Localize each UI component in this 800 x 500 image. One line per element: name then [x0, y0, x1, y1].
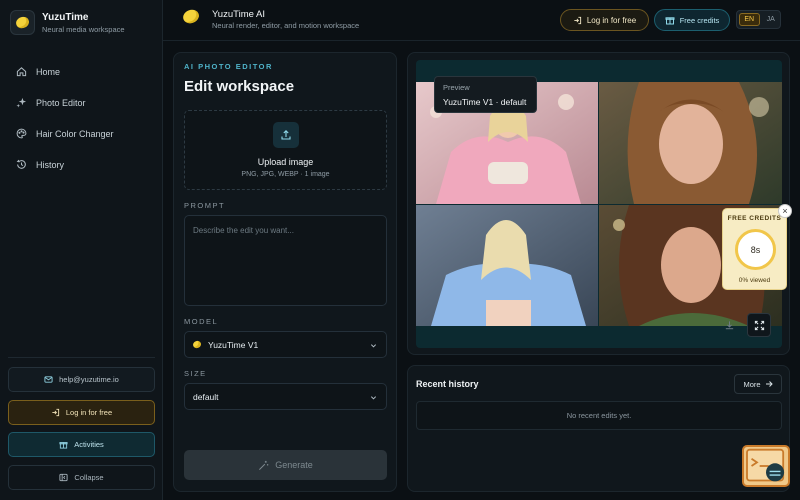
gift-icon: [665, 17, 675, 25]
model-lemon-icon: [192, 339, 202, 350]
collapse-button[interactable]: Collapse: [8, 465, 155, 490]
collapse-icon: [59, 473, 68, 482]
lang-en-button[interactable]: EN: [739, 13, 760, 26]
fullscreen-button[interactable]: [747, 313, 771, 337]
sidebar-item-label: Photo Editor: [36, 97, 86, 108]
free-credits-button[interactable]: Free credits: [654, 9, 730, 31]
header-title: YuzuTime AI: [212, 9, 265, 20]
header-login-label: Log in for free: [586, 15, 637, 25]
preview-photo: [599, 82, 782, 204]
magic-wand-icon: [259, 460, 269, 470]
header-lemon-icon: [181, 7, 201, 26]
history-panel: Recent history More No recent edits yet.: [407, 365, 790, 492]
history-title: Recent history: [416, 379, 479, 389]
free-credits-widget[interactable]: FREE CREDITS 8s 0% viewed: [722, 208, 787, 290]
viewed-percent: 0% viewed: [738, 277, 771, 284]
brand-tagline: Neural media workspace: [42, 24, 125, 34]
mail-icon: [44, 376, 53, 383]
size-label: SIZE: [184, 369, 207, 378]
upload-formats: PNG, JPG, WEBP · 1 image: [241, 171, 330, 178]
sidebar-item-history[interactable]: History: [8, 149, 155, 180]
size-select[interactable]: default: [184, 383, 387, 410]
home-icon: [16, 66, 27, 77]
email-button[interactable]: help@yuzutime.io: [8, 367, 155, 392]
collapse-label: Collapse: [74, 473, 104, 482]
tooltip-value: YuzuTime V1 · default: [443, 97, 527, 107]
upload-title: Upload image: [257, 157, 314, 167]
countdown-ring: 8s: [735, 229, 776, 270]
chevron-down-icon: [370, 396, 377, 400]
upload-dropzone[interactable]: Upload image PNG, JPG, WEBP · 1 image: [184, 110, 387, 190]
sidebar-item-label: History: [36, 159, 65, 170]
header-login-button[interactable]: Log in for free: [560, 9, 649, 31]
top-header: YuzuTime AI Neural render, editor, and m…: [163, 0, 800, 41]
brand-name: YuzuTime: [42, 11, 89, 23]
activities-label: Activities: [74, 440, 104, 449]
download-icon: [725, 320, 733, 329]
sidebar: YuzuTime Neural media workspace Home Pho…: [0, 0, 163, 500]
model-select[interactable]: YuzuTime V1: [184, 331, 387, 358]
prompt-input[interactable]: [184, 215, 387, 306]
editor-kicker: AI PHOTO EDITOR: [184, 62, 273, 71]
model-value: YuzuTime V1: [208, 339, 259, 350]
floating-assistant-button[interactable]: [742, 445, 790, 487]
tooltip-title: Preview: [443, 83, 470, 92]
email-label: help@yuzutime.io: [59, 375, 119, 384]
sidebar-nav: Home Photo Editor Hair Color Changer His…: [8, 56, 155, 180]
countdown-value: 8s: [750, 244, 761, 255]
history-more-button[interactable]: More: [734, 374, 782, 394]
login-icon: [52, 408, 59, 417]
sidebar-item-photo-editor[interactable]: Photo Editor: [8, 87, 155, 118]
download-button[interactable]: [717, 313, 741, 337]
sidebar-divider: [8, 357, 155, 358]
lang-ja-button[interactable]: JA: [762, 11, 781, 28]
preview-photo: [416, 205, 598, 326]
brand[interactable]: YuzuTime Neural media workspace: [10, 10, 125, 35]
history-icon: [16, 159, 27, 170]
sidebar-item-label: Hair Color Changer: [36, 128, 114, 139]
close-icon[interactable]: ×: [778, 204, 792, 218]
yuzu-logo-icon: [10, 10, 35, 35]
login-icon: [574, 16, 581, 24]
activities-button[interactable]: Activities: [8, 432, 155, 457]
model-label: MODEL: [184, 317, 219, 326]
preview-stage: Preview YuzuTime V1 · default: [416, 60, 782, 348]
login-label: Log in for free: [65, 408, 113, 417]
sidebar-item-hair-color-changer[interactable]: Hair Color Changer: [8, 118, 155, 149]
editor-panel: AI PHOTO EDITOR Edit workspace Upload im…: [173, 52, 397, 492]
page-title: Edit workspace: [184, 78, 295, 95]
chevron-down-icon: [370, 344, 377, 348]
header-subtitle: Neural render, editor, and motion worksp…: [212, 21, 360, 30]
more-label: More: [743, 379, 761, 389]
prompt-label: PROMPT: [184, 201, 226, 210]
free-credits-label: Free credits: [679, 15, 720, 25]
expand-icon: [754, 320, 764, 330]
gift-icon: [59, 442, 68, 449]
upload-icon: [273, 122, 299, 148]
preview-tooltip: Preview YuzuTime V1 · default: [434, 76, 537, 113]
sidebar-item-label: Home: [36, 66, 61, 77]
history-empty-state: No recent edits yet.: [416, 401, 782, 430]
arrow-right-icon: [765, 381, 773, 387]
sidebar-login-button[interactable]: Log in for free: [8, 400, 155, 425]
generate-label: Generate: [275, 460, 313, 470]
free-credits-title: FREE CREDITS: [727, 215, 782, 222]
size-value: default: [193, 391, 219, 402]
preview-panel: Preview YuzuTime V1 · default: [407, 52, 790, 355]
sparkles-icon: [16, 97, 27, 108]
palette-icon: [16, 128, 27, 139]
generate-button[interactable]: Generate: [184, 450, 387, 480]
language-switcher: EN JA: [736, 10, 781, 29]
sidebar-item-home[interactable]: Home: [8, 56, 155, 87]
assistant-icon: [746, 448, 785, 482]
